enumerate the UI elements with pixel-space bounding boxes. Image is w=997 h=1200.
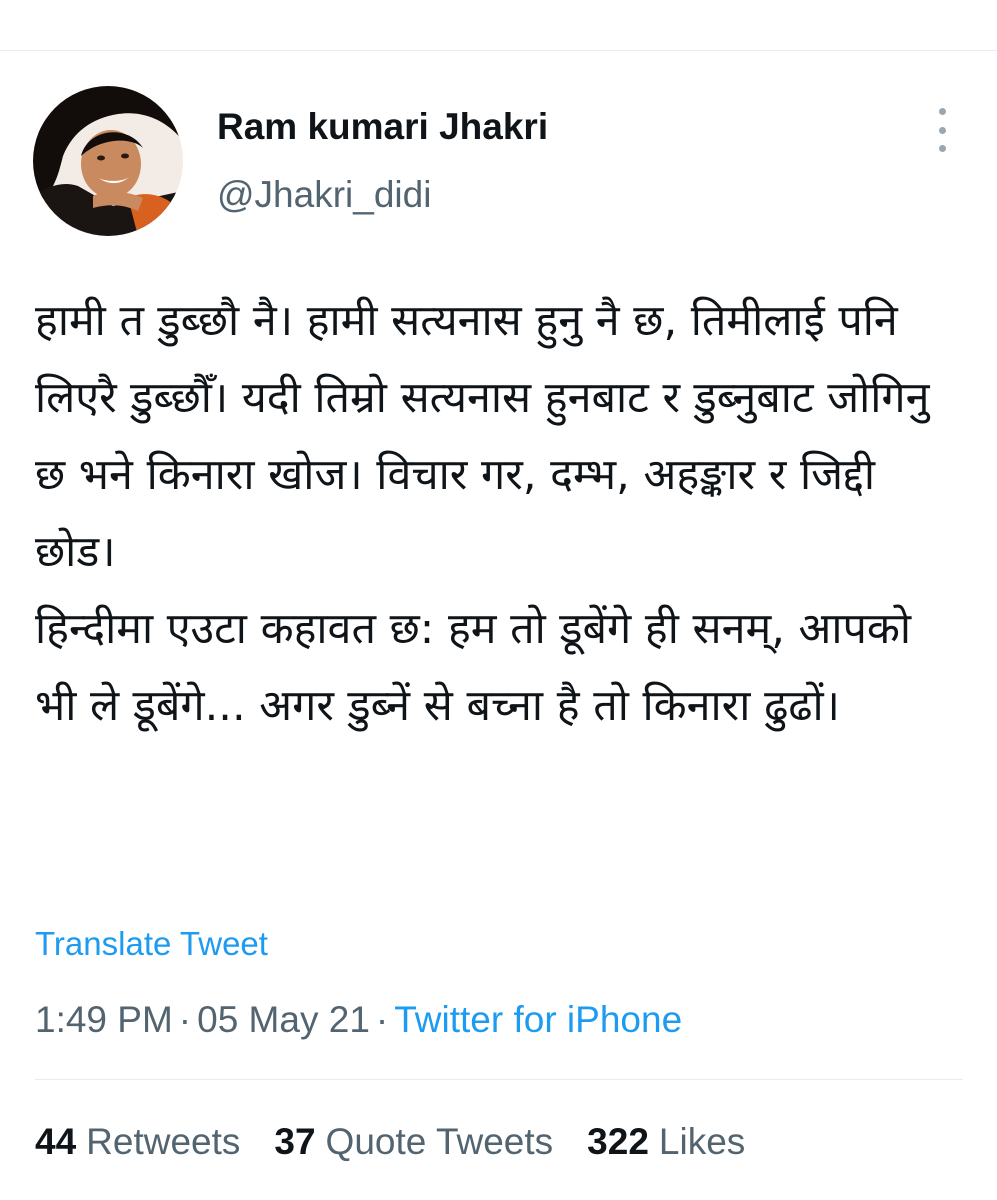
author-handle[interactable]: @Jhakri_didi [217,172,431,218]
tweet-paragraph: हिन्दीमा एउटा कहावत छ: हम तो डूबेंगे ही … [35,604,912,731]
likes-count: 322 [587,1121,649,1162]
translate-tweet-link[interactable]: Translate Tweet [35,922,268,966]
quote-tweets-count: 37 [274,1121,316,1162]
more-vertical-icon[interactable] [927,108,957,152]
menu-dot [938,108,946,115]
meta-separator: · [375,999,389,1040]
tweet-source-link[interactable]: Twitter for iPhone [394,999,682,1040]
menu-dot [938,145,946,152]
avatar[interactable] [33,86,183,236]
tweet-paragraph: हामी त डुब्छौ नै। हामी सत्यनास हुनु नै छ… [35,296,930,577]
tweet-meta: 1:49 PM · 05 May 21 · Twitter for iPhone [35,996,682,1044]
quote-tweets-stat[interactable]: 37 Quote Tweets [274,1118,553,1166]
likes-label: Likes [658,1121,746,1162]
menu-dot [938,126,946,134]
tweet-text: हामी त डुब्छौ नै। हामी सत्यनास हुनु नै छ… [35,283,965,745]
tweet-time[interactable]: 1:49 PM [35,999,173,1040]
avatar-photo [33,86,183,236]
tweet-date[interactable]: 05 May 21 [197,999,370,1040]
retweets-label: Retweets [86,1121,241,1162]
stats-divider [35,1079,963,1080]
quote-tweets-label: Quote Tweets [325,1121,554,1162]
author-display-name[interactable]: Ram kumari Jhakri [217,104,548,150]
top-divider [0,50,997,51]
engagement-stats: 44 Retweets 37 Quote Tweets 322 Likes [35,1118,745,1166]
retweets-count: 44 [35,1121,77,1162]
likes-stat[interactable]: 322 Likes [587,1118,745,1166]
retweets-stat[interactable]: 44 Retweets [35,1118,240,1166]
meta-separator: · [178,999,192,1040]
